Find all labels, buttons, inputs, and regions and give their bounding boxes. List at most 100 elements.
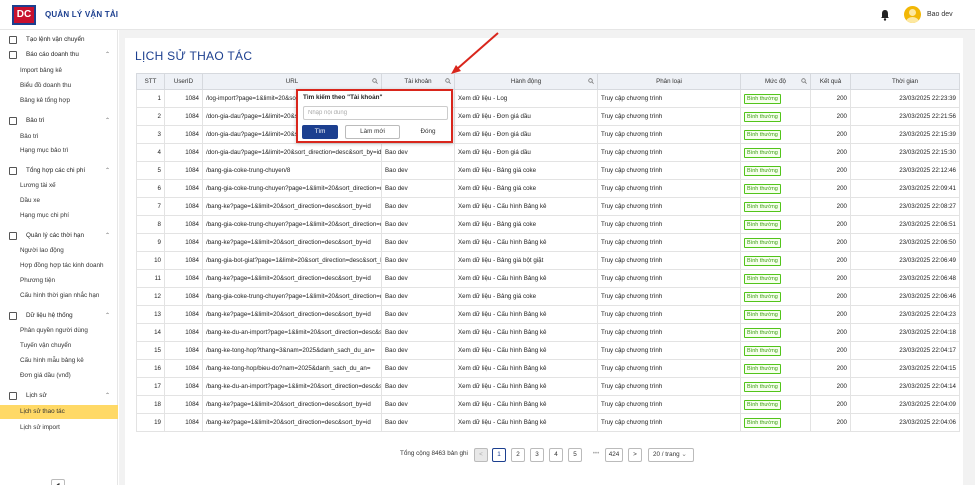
report-icon — [9, 51, 17, 59]
table-row[interactable]: 19 1084/bang-ke?page=1&limit=20&sort_dire… — [136, 413, 960, 432]
pagination-prev-button[interactable]: < — [474, 448, 488, 462]
sidebar-item-18[interactable]: Dữ liệu hệ thống ⌃ — [0, 309, 118, 323]
column-header-label: Phân loại — [656, 78, 682, 85]
sidebar-item-16[interactable]: Phương tiện — [0, 274, 118, 288]
table-body: 1 1084/log-import?page=1&limit=20&sort_di… — [136, 89, 960, 432]
table-row[interactable]: 18 1084/bang-ke?page=1&limit=20&sort_dire… — [136, 395, 960, 414]
table-cell: 4 — [136, 143, 165, 162]
collapse-sidebar-button[interactable]: ◂ — [51, 479, 65, 485]
bell-icon[interactable] — [880, 9, 890, 21]
sidebar-item-21[interactable]: Cấu hình mẫu bảng kê — [0, 354, 118, 368]
account-search-input[interactable] — [303, 106, 448, 120]
sidebar-item-7[interactable]: Bảo trì — [0, 130, 118, 144]
sidebar-item-label: Dầu xe — [20, 197, 40, 204]
status-badge: Bình thường — [744, 363, 781, 374]
table-row[interactable]: 1 1084/log-import?page=1&limit=20&sort_di… — [136, 89, 960, 108]
reset-button[interactable]: Làm mới — [345, 125, 400, 139]
sidebar-item-10[interactable]: Lương tài xế — [0, 179, 118, 193]
search-icon[interactable] — [372, 78, 378, 84]
table-row[interactable]: 12 1084/bang-gia-coke-trung-chuyen?page=1… — [136, 287, 960, 306]
table-cell: 1084 — [164, 341, 203, 360]
table-row[interactable]: 16 1084/bang-ke-tong-hop/bieu-do?nam=2025… — [136, 359, 960, 378]
sidebar-item-14[interactable]: Người lao động — [0, 244, 118, 258]
sidebar-item-22[interactable]: Đơn giá dầu (vnđ) — [0, 369, 118, 383]
table-row[interactable]: 7 1084/bang-ke?page=1&limit=20&sort_direc… — [136, 197, 960, 216]
table-row[interactable]: 15 1084/bang-ke-tong-hop?thang=3&nam=2025… — [136, 341, 960, 360]
chevron-up-icon[interactable]: ⌃ — [105, 48, 110, 62]
table-row[interactable]: 2 1084/don-gia-dau?page=1&limit=20&sort_d… — [136, 107, 960, 126]
close-button[interactable]: Đóng — [407, 125, 449, 139]
sidebar-item-20[interactable]: Tuyến vận chuyển — [0, 339, 118, 353]
status-badge: Bình thường — [744, 111, 781, 122]
sidebar-item-17[interactable]: Cấu hình thời gian nhắc hạn — [0, 289, 118, 303]
user-avatar[interactable] — [904, 6, 921, 23]
sidebar-item-2[interactable]: Báo cáo doanh thu ⌃ — [0, 48, 118, 62]
table-cell: 23/03/2025 22:04:17 — [850, 341, 960, 360]
page-size-select[interactable]: 20 / trang ⌄ — [648, 448, 694, 462]
sidebar-item-4[interactable]: Biểu đồ doanh thu — [0, 79, 118, 93]
pagination-page-1[interactable]: 1 — [492, 448, 506, 462]
sidebar-item-3[interactable]: Import bảng kê — [0, 64, 118, 78]
table-cell: 200 — [810, 143, 851, 162]
edit-icon — [9, 36, 17, 44]
sidebar-item-6[interactable]: Bảo trì ⌃ — [0, 114, 118, 128]
sidebar-item-24[interactable]: Lịch sử thao tác — [0, 405, 118, 419]
column-header[interactable]: Hành động — [454, 73, 598, 90]
user-name[interactable]: Bao dev — [927, 11, 953, 18]
table-row[interactable]: 11 1084/bang-ke?page=1&limit=20&sort_dire… — [136, 269, 960, 288]
table-cell: Truy cập chương trình — [597, 143, 741, 162]
table-row[interactable]: 14 1084/bang-ke-du-an-import?page=1&limit… — [136, 323, 960, 342]
sidebar-item-9[interactable]: Tổng hợp các chi phí ⌃ — [0, 164, 118, 178]
column-header[interactable]: URL — [202, 73, 382, 90]
sidebar-item-13[interactable]: Quản lý các thời hạn ⌃ — [0, 229, 118, 243]
table-row[interactable]: 6 1084/bang-gia-coke-trung-chuyen?page=1&… — [136, 179, 960, 198]
table-row[interactable]: 4 1084/don-gia-dau?page=1&limit=20&sort_d… — [136, 143, 960, 162]
pagination-ellipsis[interactable]: ••• — [588, 448, 604, 462]
pagination-page-4[interactable]: 4 — [549, 448, 563, 462]
search-icon[interactable] — [445, 78, 451, 84]
table-cell: 14 — [136, 323, 165, 342]
table-row[interactable]: 5 1084/bang-gia-coke-trung-chuyen/8 Bao de… — [136, 161, 960, 180]
table-cell: 23/03/2025 22:15:30 — [850, 143, 960, 162]
table-row[interactable]: 3 1084/don-gia-dau?page=1&limit=20&sort_d… — [136, 125, 960, 144]
column-header[interactable]: Tài khoản — [381, 73, 455, 90]
sidebar-item-label: Đơn giá dầu (vnđ) — [20, 372, 71, 379]
chevron-up-icon[interactable]: ⌃ — [105, 389, 110, 403]
status-badge: Bình thường — [744, 255, 781, 266]
chevron-up-icon[interactable]: ⌃ — [105, 309, 110, 323]
pagination-last-page[interactable]: 424 — [605, 448, 623, 462]
column-header[interactable]: Mức độ — [740, 73, 811, 90]
table-cell: 1084 — [164, 377, 203, 396]
pagination-page-3[interactable]: 3 — [530, 448, 544, 462]
chevron-up-icon[interactable]: ⌃ — [105, 229, 110, 243]
table-row[interactable]: 8 1084/bang-gia-coke-trung-chuyen?page=1&… — [136, 215, 960, 234]
table-cell: 23/03/2025 22:06:46 — [850, 287, 960, 306]
search-icon[interactable] — [801, 78, 807, 84]
table-row[interactable]: 13 1084/bang-ke?page=1&limit=20&sort_dire… — [136, 305, 960, 324]
table-row[interactable]: 17 1084/bang-ke-du-an-import?page=1&limit… — [136, 377, 960, 396]
sidebar-item-8[interactable]: Hạng mục bảo trì — [0, 144, 118, 158]
table-cell: Xem dữ liệu - Cấu hình Bảng kê — [454, 233, 598, 252]
sidebar-item-11[interactable]: Dầu xe — [0, 194, 118, 208]
sidebar-item-label: Lịch sử thao tác — [20, 408, 65, 415]
sidebar-item-15[interactable]: Hợp đồng hợp tác kinh doanh — [0, 259, 118, 273]
sidebar-item-19[interactable]: Phân quyền người dùng — [0, 324, 118, 338]
pagination-page-2[interactable]: 2 — [511, 448, 525, 462]
sidebar-item-23[interactable]: Lịch sử ⌃ — [0, 389, 118, 403]
chevron-up-icon[interactable]: ⌃ — [105, 114, 110, 128]
chevron-up-icon[interactable]: ⌃ — [105, 164, 110, 178]
find-button[interactable]: Tìm — [302, 125, 338, 139]
sidebar-item-12[interactable]: Hạng mục chi phí — [0, 209, 118, 223]
table-row[interactable]: 9 1084/bang-ke?page=1&limit=20&sort_direc… — [136, 233, 960, 252]
pagination-page-5[interactable]: 5 — [568, 448, 582, 462]
table-cell: 200 — [810, 359, 851, 378]
table-row[interactable]: 10 1084/bang-gia-bot-giat?page=1&limit=20… — [136, 251, 960, 270]
sidebar-item-1[interactable]: Tạo lệnh vận chuyển — [0, 33, 118, 47]
table-header-row: STT UserID URL Tài khoản Hành động Phân loại M… — [136, 73, 960, 90]
table-cell: 200 — [810, 125, 851, 144]
sidebar-item-5[interactable]: Bảng kê tổng hợp — [0, 94, 118, 108]
search-icon[interactable] — [588, 78, 594, 84]
pagination-next-button[interactable]: > — [628, 448, 642, 462]
sidebar-item-25[interactable]: Lịch sử import — [0, 421, 118, 435]
status-badge: Bình thường — [744, 309, 781, 320]
